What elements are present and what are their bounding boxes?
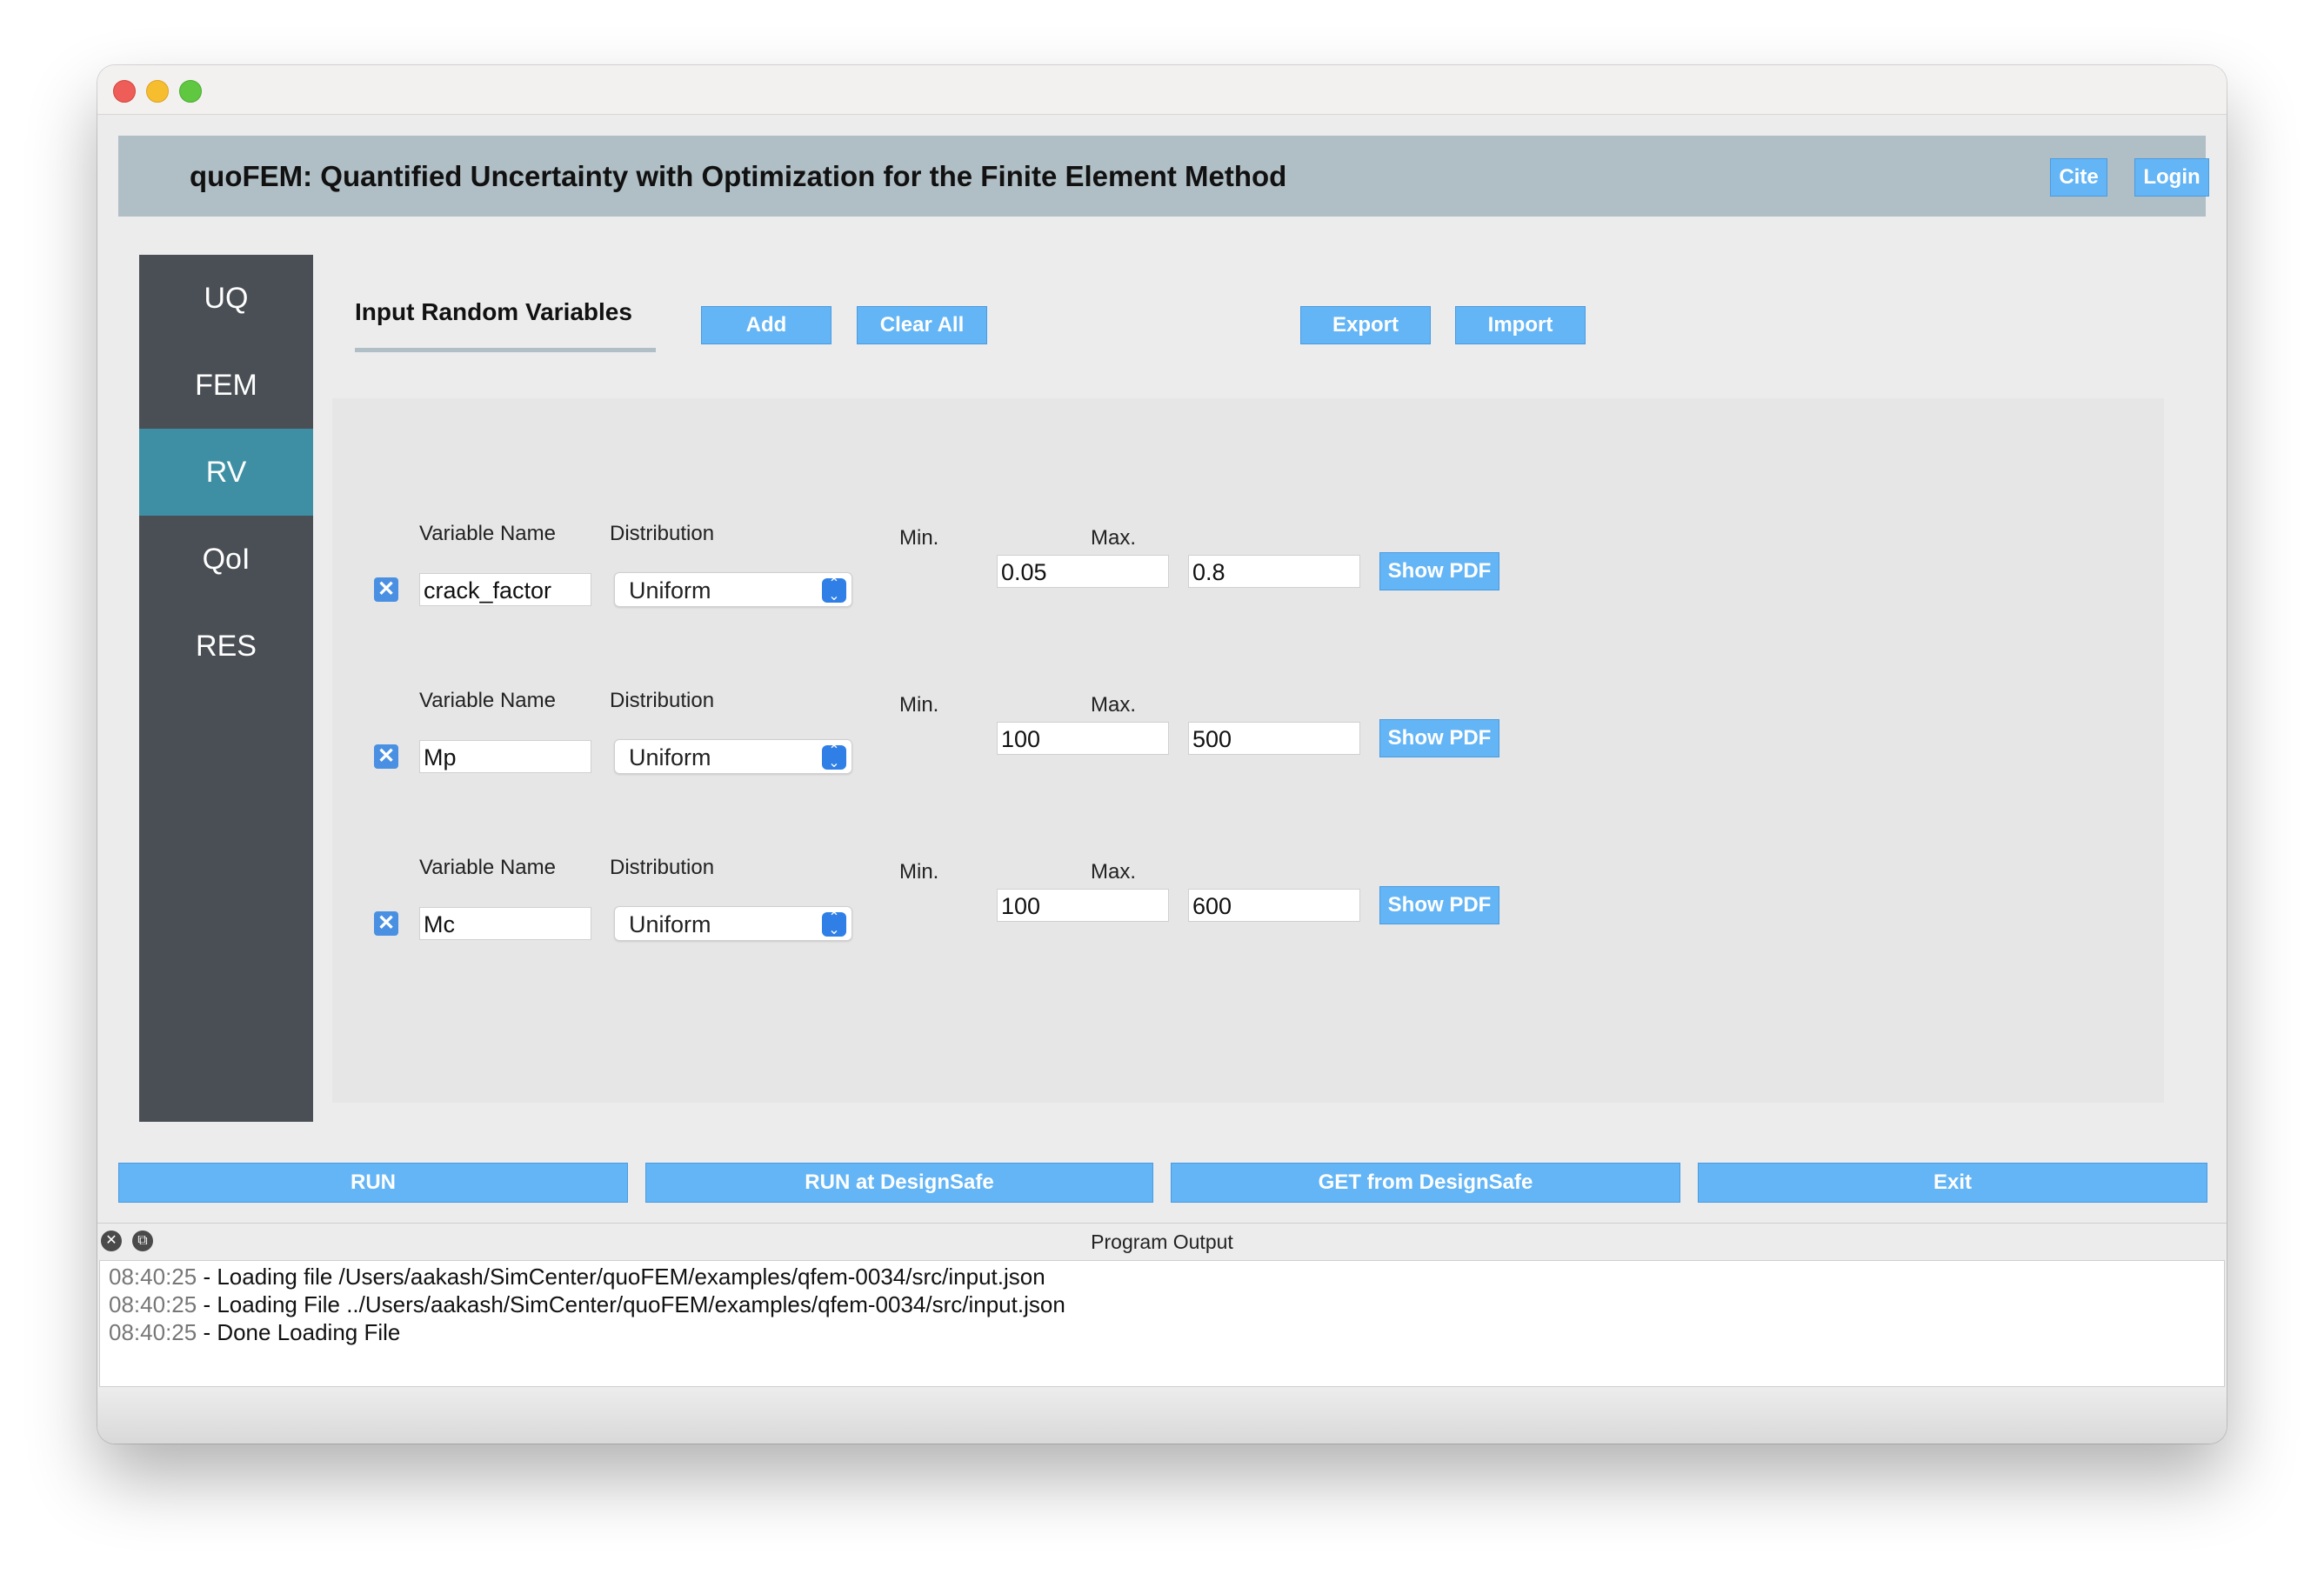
sidebar-item-qoi[interactable]: QoI — [139, 516, 313, 603]
log-line: 08:40:25 - Loading file /Users/aakash/Si… — [100, 1263, 2224, 1291]
distribution-label: Distribution — [610, 522, 715, 545]
window-bottom-strip — [97, 1389, 2227, 1444]
close-window-button[interactable] — [113, 80, 136, 103]
run-at-designsafe-button[interactable]: RUN at DesignSafe — [645, 1163, 1153, 1203]
min-label: Min. — [899, 860, 939, 884]
updown-chevron-icon: ⌃ ⌄ — [822, 911, 846, 937]
program-output-titlebar: Program Output ✕ ⧉ — [97, 1223, 2227, 1260]
close-x-icon: ✕ — [377, 911, 396, 935]
min-label: Min. — [899, 526, 939, 550]
variable-name-label: Variable Name — [419, 689, 556, 712]
app-window: quoFEM: Quantified Uncertainty with Opti… — [97, 65, 2227, 1444]
max-input[interactable]: 600 — [1188, 889, 1360, 922]
log-time: 08:40:25 — [109, 1291, 197, 1317]
clear-all-button[interactable]: Clear All — [857, 306, 987, 344]
title-bar — [97, 65, 2227, 115]
log-text: - Loading file /Users/aakash/SimCenter/q… — [197, 1264, 1045, 1290]
rv-title-underline — [355, 348, 656, 352]
close-circle-icon[interactable]: ✕ — [101, 1231, 122, 1251]
variable-name-label: Variable Name — [419, 856, 556, 879]
distribution-value: Uniform — [629, 911, 711, 937]
rv-row: Variable Name Distribution Min. Max. ✕ c… — [332, 398, 2164, 607]
distribution-label: Distribution — [610, 856, 715, 879]
rv-section-title: Input Random Variables — [355, 298, 632, 325]
get-from-designsafe-button[interactable]: GET from DesignSafe — [1171, 1163, 1680, 1203]
cite-button[interactable]: Cite — [2050, 158, 2107, 197]
rv-row: Variable Name Distribution Min. Max. ✕ M… — [332, 565, 2164, 774]
rv-row: Variable Name Distribution Min. Max. ✕ M… — [332, 732, 2164, 941]
sidebar: UQ FEM RV QoI RES — [139, 255, 313, 1122]
random-variables-panel: Variable Name Distribution Min. Max. ✕ c… — [332, 398, 2164, 1103]
zoom-window-button[interactable] — [179, 80, 202, 103]
add-button[interactable]: Add — [701, 306, 831, 344]
login-button[interactable]: Login — [2134, 158, 2209, 197]
log-time: 08:40:25 — [109, 1264, 197, 1290]
max-label: Max. — [1091, 526, 1137, 550]
program-output-log: 08:40:25 - Loading file /Users/aakash/Si… — [99, 1260, 2225, 1387]
log-time: 08:40:25 — [109, 1319, 197, 1345]
min-label: Min. — [899, 693, 939, 717]
float-window-icon[interactable]: ⧉ — [132, 1231, 153, 1251]
sidebar-item-fem[interactable]: FEM — [139, 342, 313, 429]
log-line: 08:40:25 - Done Loading File — [100, 1318, 2224, 1346]
remove-variable-checkbox[interactable]: ✕ — [374, 911, 398, 936]
variable-name-label: Variable Name — [419, 522, 556, 545]
log-text: - Loading File ../Users/aakash/SimCenter… — [197, 1291, 1065, 1317]
log-text: - Done Loading File — [197, 1319, 401, 1345]
distribution-label: Distribution — [610, 689, 715, 712]
export-button[interactable]: Export — [1300, 306, 1431, 344]
log-line: 08:40:25 - Loading File ../Users/aakash/… — [100, 1291, 2224, 1318]
program-output-title: Program Output — [1091, 1231, 1233, 1253]
distribution-select[interactable]: Uniform ⌃ ⌄ — [614, 906, 852, 941]
sidebar-item-res[interactable]: RES — [139, 603, 313, 690]
variable-name-input[interactable]: Mc — [419, 907, 591, 940]
show-pdf-button[interactable]: Show PDF — [1379, 886, 1499, 924]
sidebar-item-uq[interactable]: UQ — [139, 255, 313, 342]
sidebar-item-rv[interactable]: RV — [139, 429, 313, 516]
app-title: quoFEM: Quantified Uncertainty with Opti… — [190, 160, 1287, 192]
minimize-window-button[interactable] — [146, 80, 169, 103]
max-label: Max. — [1091, 693, 1137, 717]
app-header: quoFEM: Quantified Uncertainty with Opti… — [118, 136, 2209, 217]
import-button[interactable]: Import — [1455, 306, 1586, 344]
run-button[interactable]: RUN — [118, 1163, 628, 1203]
exit-button[interactable]: Exit — [1698, 1163, 2207, 1203]
max-label: Max. — [1091, 860, 1137, 884]
min-input[interactable]: 100 — [997, 889, 1169, 922]
